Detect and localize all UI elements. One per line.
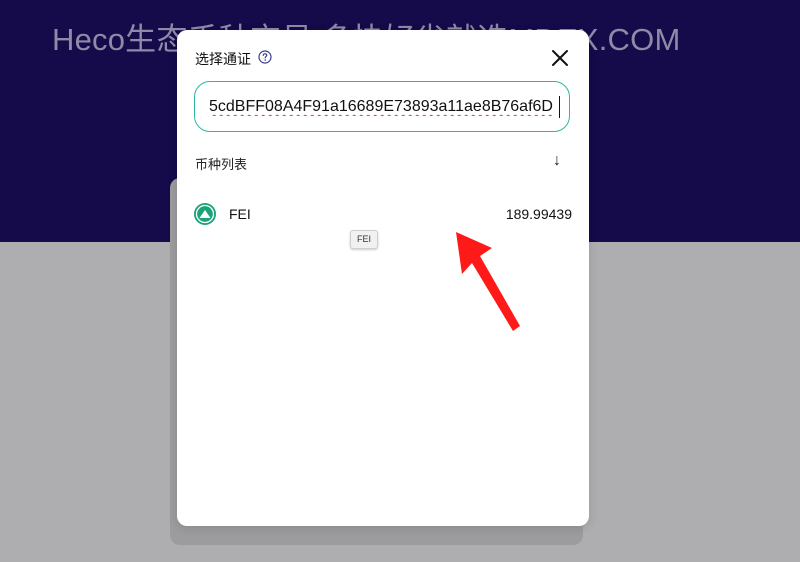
token-tooltip: FEI [350,230,379,249]
arrow-down-icon: ↓ [553,152,561,169]
token-search-input[interactable] [209,94,559,120]
close-button[interactable] [549,47,571,69]
fei-logo-icon [194,203,216,225]
sort-button[interactable]: ↓ [549,152,565,170]
token-search-box [194,81,570,132]
modal-title: 选择通证 [195,51,251,67]
token-balance: 189.99439 [505,206,572,222]
token-list-label: 币种列表 [195,157,248,172]
page: Heco生态千种交易 多快好省就选MDEX.COM 选择通证 币种列表 ↓ [0,0,800,562]
question-circle-icon[interactable] [258,50,272,64]
token-symbol: FEI [229,206,251,222]
close-icon [552,50,568,66]
annotation-arrow-icon [456,232,520,331]
text-caret [559,96,560,118]
